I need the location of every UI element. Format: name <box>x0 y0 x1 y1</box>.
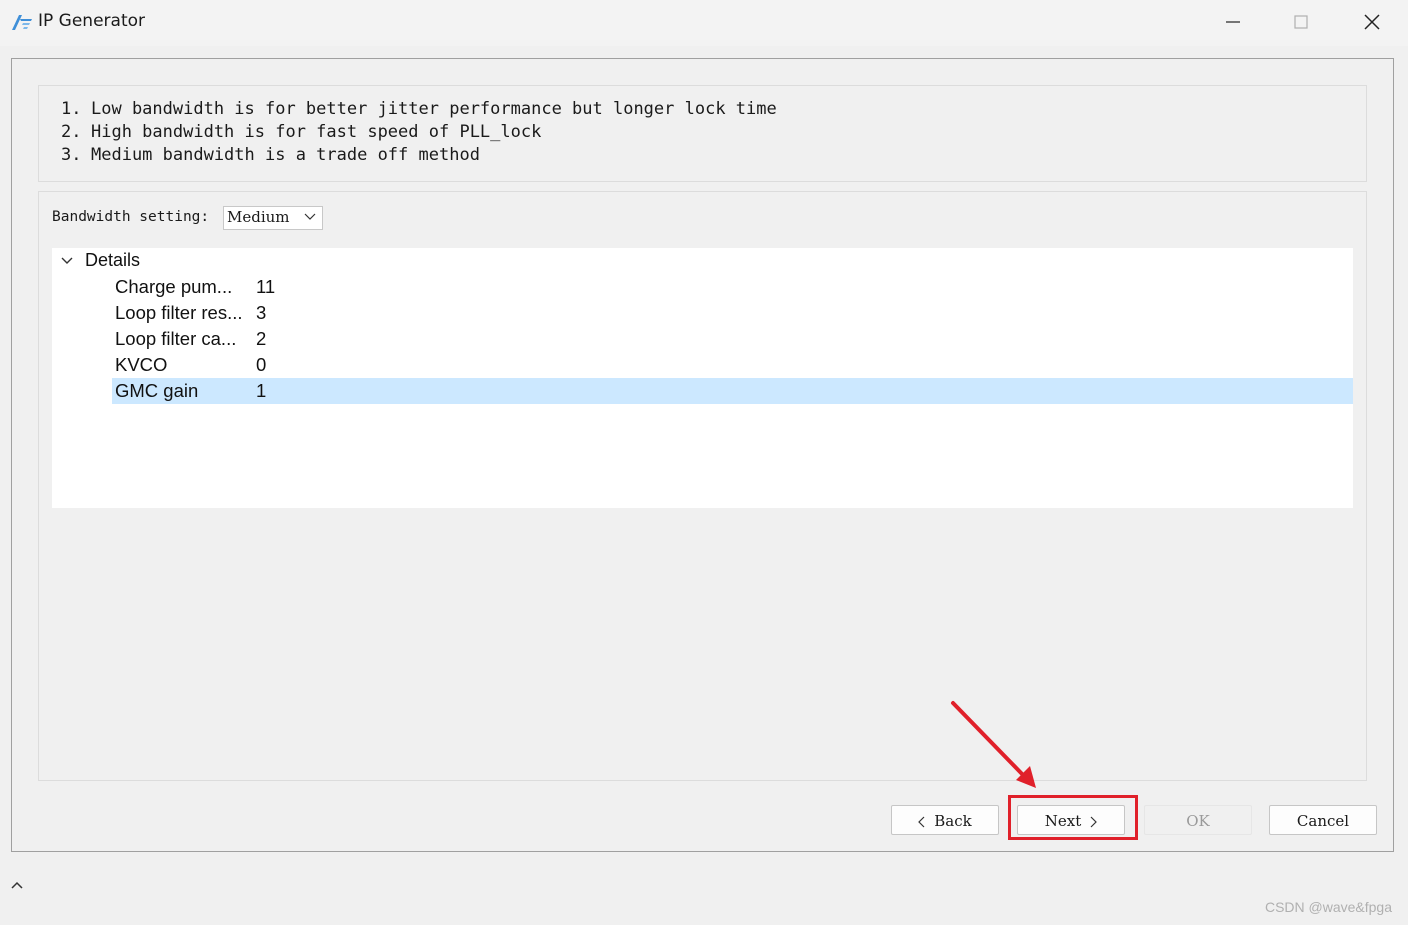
details-row-selected[interactable]: GMC gain 1 <box>112 378 1353 404</box>
details-row-value: 0 <box>256 354 267 375</box>
info-box: 1. Low bandwidth is for better jitter per… <box>38 85 1367 182</box>
bandwidth-value: Medium <box>227 208 290 226</box>
title-bar: IP Generator <box>0 0 1408 46</box>
bandwidth-label: Bandwidth setting: <box>52 209 210 225</box>
watermark: CSDN @wave&fpga <box>1264 899 1392 915</box>
annotation-arrow-icon <box>951 701 1036 788</box>
minimize-icon <box>1226 21 1240 23</box>
details-row[interactable]: Loop filter res... 3 <box>112 300 1353 326</box>
maximize-button[interactable] <box>1281 8 1321 38</box>
chevron-down-icon[interactable] <box>60 254 74 268</box>
details-tree: Details Charge pum... 11 Loop filter res… <box>52 248 1353 508</box>
back-button[interactable]: Back <box>891 805 999 835</box>
details-row[interactable]: Loop filter ca... 2 <box>112 326 1353 352</box>
chevron-down-icon <box>304 213 316 220</box>
info-item: 3. Medium bandwidth is a trade off method <box>61 145 480 165</box>
details-row-value: 2 <box>256 328 267 349</box>
details-row-name: Loop filter res... <box>115 302 243 323</box>
details-header-label: Details <box>85 250 141 270</box>
window-title: IP Generator <box>38 11 145 31</box>
minimize-button[interactable] <box>1213 8 1253 38</box>
info-item: 2. High bandwidth is for fast speed of PL… <box>61 122 542 142</box>
bandwidth-dropdown[interactable]: Medium <box>223 206 323 230</box>
ok-button[interactable]: OK <box>1144 805 1252 835</box>
settings-box: Bandwidth setting: Medium Details Charge… <box>38 191 1367 781</box>
info-list: 1. Low bandwidth is for better jitter per… <box>61 98 777 167</box>
details-row-value: 11 <box>256 276 276 297</box>
details-row-value: 1 <box>256 380 267 401</box>
details-row-name: GMC gain <box>115 380 199 401</box>
maximize-icon <box>1294 15 1308 29</box>
details-row[interactable]: KVCO 0 <box>112 352 1353 378</box>
cancel-button[interactable]: Cancel <box>1269 805 1377 835</box>
details-header[interactable]: Details <box>52 248 1353 274</box>
app-logo-icon <box>12 15 32 30</box>
close-button[interactable] <box>1352 8 1392 38</box>
annotation-highlight-box <box>1008 795 1138 840</box>
details-row[interactable]: Charge pum... 11 <box>112 274 1353 300</box>
chevron-up-icon[interactable] <box>10 878 24 892</box>
info-item: 1. Low bandwidth is for better jitter per… <box>61 99 777 119</box>
details-row-name: KVCO <box>115 354 168 375</box>
wizard-panel: 1. Low bandwidth is for better jitter per… <box>11 58 1394 852</box>
chevron-left-icon <box>918 816 925 828</box>
details-row-value: 3 <box>256 302 267 323</box>
details-row-name: Loop filter ca... <box>115 328 237 349</box>
close-icon <box>1364 14 1380 30</box>
details-row-name: Charge pum... <box>115 276 233 297</box>
